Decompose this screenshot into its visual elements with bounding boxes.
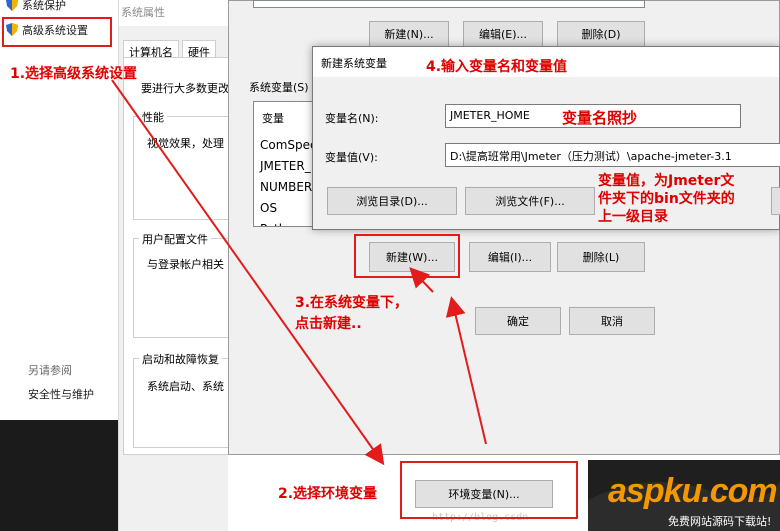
annotation-value-note-line2: 件夹下的bin文件夹的 xyxy=(598,191,735,207)
annotation-step3-line2: 点击新建.. xyxy=(295,316,362,332)
arrow-env-to-step3 xyxy=(445,296,487,445)
annotation-value-note-line3: 上一级目录 xyxy=(598,209,668,225)
arrow-step3-to-new xyxy=(409,267,434,293)
annotation-value-note-line1: 变量值，为Jmeter文 xyxy=(598,173,735,189)
arrow-step1-to-step2 xyxy=(111,79,385,466)
annotation-step1: 1.选择高级系统设置 xyxy=(10,66,138,82)
annotation-step3-line1: 3.在系统变量下， xyxy=(295,295,409,311)
annotation-step2: 2.选择环境变量 xyxy=(278,486,378,502)
annotation-value-note: 变量值，为Jmeter文 件夹下的bin文件夹的 上一级目录 xyxy=(598,172,735,226)
annotation-name-note: 变量名照抄 xyxy=(562,109,638,127)
annotation-step4: 4.输入变量名和变量值 xyxy=(426,59,568,75)
